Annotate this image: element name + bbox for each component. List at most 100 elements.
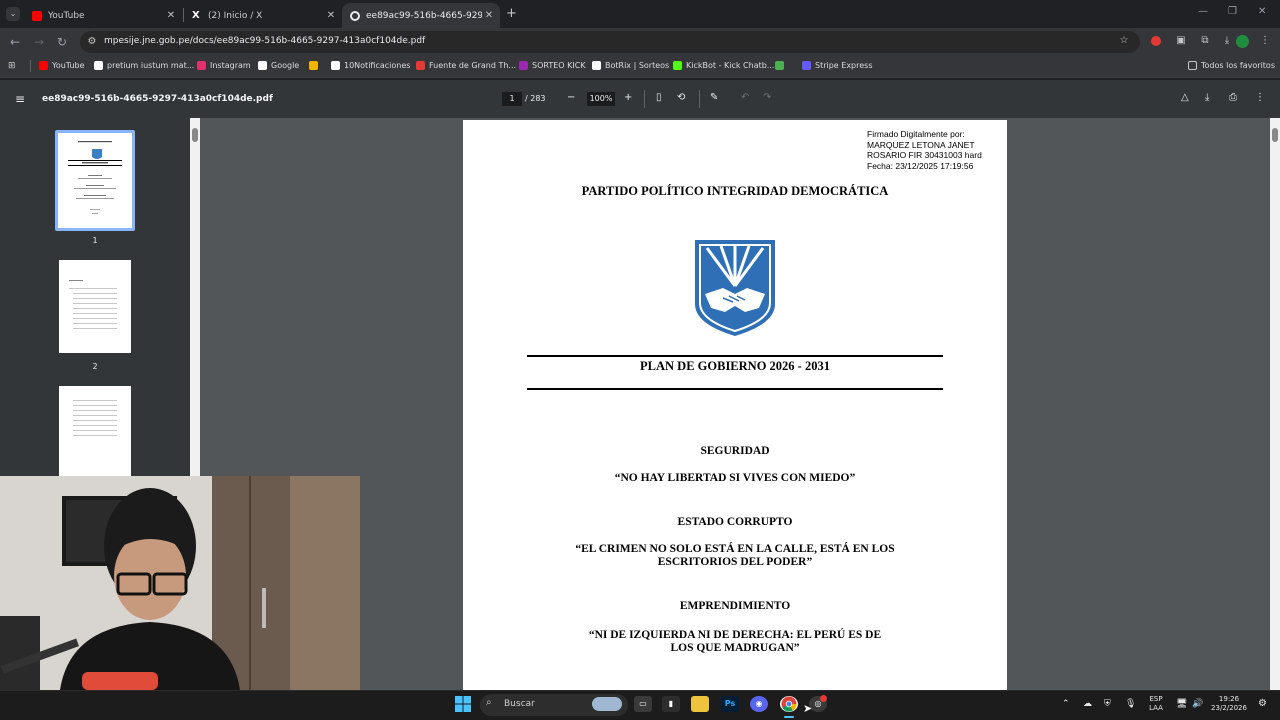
all-favorites-folder[interactable]: Todos los favoritos <box>1188 61 1275 70</box>
bookmark-item[interactable]: KickBot - Kick Chatb... <box>673 61 774 70</box>
network-icon[interactable]: 🖥 <box>1176 700 1187 709</box>
clock-time: 19:26 <box>1218 695 1240 703</box>
tab-search-button[interactable]: ⌄ <box>6 7 20 21</box>
security-icon[interactable]: ⛨ <box>1104 700 1111 709</box>
bookmark-item[interactable]: Google <box>258 61 299 70</box>
plan-title: PLAN DE GOBIERNO 2026 - 2031 <box>640 359 830 373</box>
rotate-icon[interactable]: ⟲ <box>677 92 685 103</box>
onedrive-icon[interactable]: ☁ <box>1083 700 1092 709</box>
apps-grid-icon[interactable]: ⊞ <box>8 61 16 71</box>
title-rule-bottom <box>527 388 943 390</box>
bookmark-favicon-icon <box>94 61 103 70</box>
bookmark-divider <box>30 60 31 72</box>
tab-pdf[interactable]: ee89ac99-516b-4665-9297-413a0cf104de.pdf… <box>342 3 500 28</box>
file-explorer-icon[interactable] <box>691 696 709 712</box>
bookmark-star-icon[interactable]: ☆ <box>1118 35 1130 47</box>
search-placeholder: Buscar <box>504 699 535 709</box>
profile-avatar[interactable] <box>1236 35 1249 48</box>
bookmark-favicon-icon <box>519 61 528 70</box>
bookmark-item[interactable] <box>775 61 788 70</box>
extensions-puzzle-icon[interactable]: ⧉ <box>1199 35 1211 47</box>
webcam-overlay <box>0 476 360 690</box>
tab-strip: ⌄ YouTube ✕ X (2) Inicio / X ✕ ee89ac99-… <box>0 0 1280 28</box>
photoshop-icon[interactable]: Ps <box>721 696 739 712</box>
bookmark-item[interactable]: Fuente de Grand Th... <box>416 61 516 70</box>
bookmark-item[interactable]: Instagram <box>197 61 251 70</box>
task-view-icon[interactable]: ▭ <box>634 696 652 712</box>
thumbnail-scroll-thumb[interactable] <box>192 128 198 142</box>
volume-icon[interactable]: 🔊 <box>1192 700 1203 709</box>
annotate-icon[interactable]: ✎ <box>710 92 718 103</box>
close-window-icon[interactable]: ✕ <box>1258 6 1266 17</box>
url-text[interactable]: mpesije.jne.gob.pe/docs/ee89ac99-516b-46… <box>104 36 425 46</box>
site-info-icon[interactable]: ⚙ <box>86 36 98 48</box>
bookmark-favicon-icon <box>673 61 682 70</box>
bookmark-label: SORTEO KICK <box>532 61 586 70</box>
zoom-input[interactable]: 100% <box>587 92 615 106</box>
redo-icon[interactable]: ↷ <box>763 92 771 103</box>
notifications-icon[interactable]: ⚙ <box>1258 699 1267 709</box>
bookmark-item[interactable]: pretium iustum mat... <box>94 61 194 70</box>
bookmark-favicon-icon <box>775 61 784 70</box>
thumbnail-page-1[interactable] <box>55 130 135 231</box>
bookmark-item[interactable]: BotRix | Sorteos <box>592 61 669 70</box>
tab-youtube[interactable]: YouTube ✕ <box>24 3 182 28</box>
sidebar-menu-icon[interactable]: ≡ <box>15 92 25 106</box>
extension-icon[interactable]: ▣ <box>1175 35 1187 47</box>
undo-icon[interactable]: ↶ <box>741 92 749 103</box>
bookmark-item[interactable]: Stripe Express <box>802 61 873 70</box>
bookmark-favicon-icon <box>39 61 48 70</box>
close-tab-icon[interactable]: ✕ <box>324 10 338 21</box>
forward-icon[interactable]: → <box>34 35 44 49</box>
tray-chevron-icon[interactable]: ⌃ <box>1062 700 1070 709</box>
windows-start-icon[interactable] <box>454 696 472 712</box>
pdf-icon <box>350 10 360 21</box>
close-tab-icon[interactable]: ✕ <box>482 10 496 21</box>
clock[interactable]: 19:26 23/2/2026 <box>1210 695 1248 713</box>
bookmark-item[interactable]: SORTEO KICK <box>519 61 586 70</box>
download-icon[interactable]: ⤓ <box>1205 92 1209 103</box>
minimize-icon[interactable]: — <box>1198 6 1208 17</box>
drive-save-icon[interactable]: △ <box>1181 92 1189 103</box>
x-icon: X <box>192 9 200 21</box>
downloads-icon[interactable]: ⤓ <box>1221 35 1233 47</box>
print-icon[interactable]: ⎙ <box>1229 92 1237 103</box>
reload-icon[interactable]: ↻ <box>57 35 67 49</box>
section-heading: EMPRENDIMIENTO <box>679 600 791 612</box>
chrome-icon[interactable] <box>780 696 798 712</box>
page-number-input[interactable]: 1 <box>502 92 522 106</box>
close-tab-icon[interactable]: ✕ <box>164 10 178 21</box>
party-logo-shield-icon <box>695 240 775 336</box>
thumbnail-number: 2 <box>92 362 98 371</box>
party-name: PARTIDO POLÍTICO INTEGRIDAD DEMOCRÁTICA <box>581 184 889 198</box>
bookmark-item[interactable] <box>309 61 322 70</box>
signature-line: Firmado Digitalmente por: <box>867 129 965 139</box>
maximize-icon[interactable]: ❐ <box>1228 6 1237 17</box>
page-total: / 283 <box>525 94 546 103</box>
more-actions-icon[interactable]: ⋮ <box>1255 92 1265 103</box>
bookmark-label: Instagram <box>210 61 251 70</box>
bookmark-item[interactable]: YouTube <box>39 61 85 70</box>
tab-x[interactable]: X (2) Inicio / X ✕ <box>184 3 342 28</box>
thumbnail-page-2[interactable] <box>59 260 131 353</box>
zoom-out-icon[interactable]: − <box>567 92 575 103</box>
document-scroll-thumb[interactable] <box>1272 128 1278 142</box>
app-icon[interactable]: ▮ <box>662 696 680 712</box>
menu-kebab-icon[interactable]: ⋮ <box>1259 35 1271 47</box>
new-tab-button[interactable]: + <box>506 6 517 21</box>
extension-red-icon[interactable] <box>1151 36 1161 46</box>
keyboard-layout: LAA <box>1149 704 1163 712</box>
microphone-icon[interactable]: 🎙 <box>1125 700 1136 709</box>
discord-icon[interactable]: ◉ <box>750 696 768 712</box>
zoom-in-icon[interactable]: + <box>624 92 632 103</box>
thumbnail-page-3[interactable] <box>59 386 131 476</box>
back-icon[interactable]: ← <box>10 35 20 49</box>
bookmark-item[interactable]: 10Notificaciones <box>331 61 410 70</box>
thumbnail-scrollbar[interactable] <box>190 118 200 476</box>
bookmark-label: pretium iustum mat... <box>107 61 195 70</box>
document-scrollbar[interactable] <box>1270 118 1280 690</box>
fit-page-icon[interactable]: ▯ <box>656 92 662 103</box>
bookmark-label: 10Notificaciones <box>344 61 411 70</box>
input-language[interactable]: ESP LAA <box>1146 695 1166 713</box>
bookmark-label: Google <box>271 61 300 70</box>
